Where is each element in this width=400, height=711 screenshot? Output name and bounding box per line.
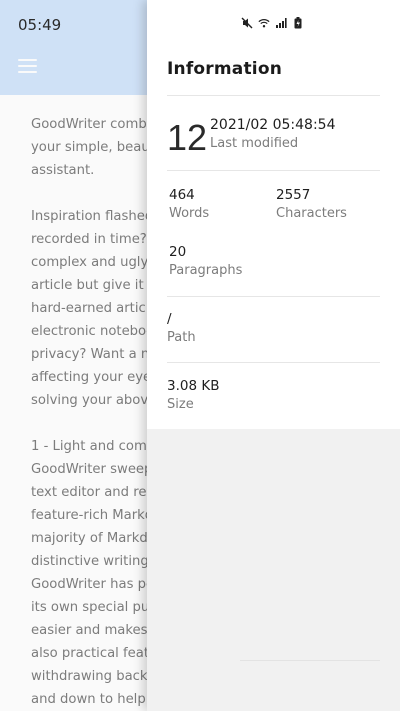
- battery-icon: [292, 17, 304, 29]
- divider: [167, 170, 380, 171]
- paragraphs-value: 20: [169, 244, 187, 260]
- path-value: /: [167, 311, 172, 327]
- path-label: Path: [167, 330, 196, 345]
- last-modified-block: 12 2021/02 05:48:54 Last modified: [167, 117, 380, 158]
- characters-stat: 2557 Characters: [276, 187, 347, 221]
- info-drawer: Information 12 2021/02 05:48:54 Last mod…: [147, 0, 400, 711]
- signal-icon: [275, 17, 287, 29]
- paragraphs-label: Paragraphs: [169, 263, 243, 278]
- size-value: 3.08 KB: [167, 378, 220, 394]
- wifi-icon: [258, 17, 270, 29]
- divider: [240, 660, 380, 661]
- divider: [167, 95, 380, 96]
- last-modified-label: Last modified: [210, 136, 299, 151]
- divider: [167, 296, 380, 297]
- status-bar-icons: [241, 17, 304, 29]
- mute-icon: [241, 17, 253, 29]
- words-stat: 464 Words: [169, 187, 209, 221]
- info-panel: Information 12 2021/02 05:48:54 Last mod…: [147, 0, 400, 429]
- size-stat: 3.08 KB Size: [167, 378, 219, 412]
- drawer-title: Information: [167, 59, 283, 79]
- words-label: Words: [169, 206, 210, 221]
- path-stat: / Path: [167, 311, 196, 345]
- size-label: Size: [167, 397, 194, 412]
- characters-label: Characters: [276, 206, 347, 221]
- characters-value: 2557: [276, 187, 311, 203]
- words-value: 464: [169, 187, 195, 203]
- divider: [167, 362, 380, 363]
- modified-day: 12: [167, 117, 208, 158]
- modified-datetime: 2021/02 05:48:54: [210, 117, 336, 133]
- paragraphs-stat: 20 Paragraphs: [169, 244, 242, 278]
